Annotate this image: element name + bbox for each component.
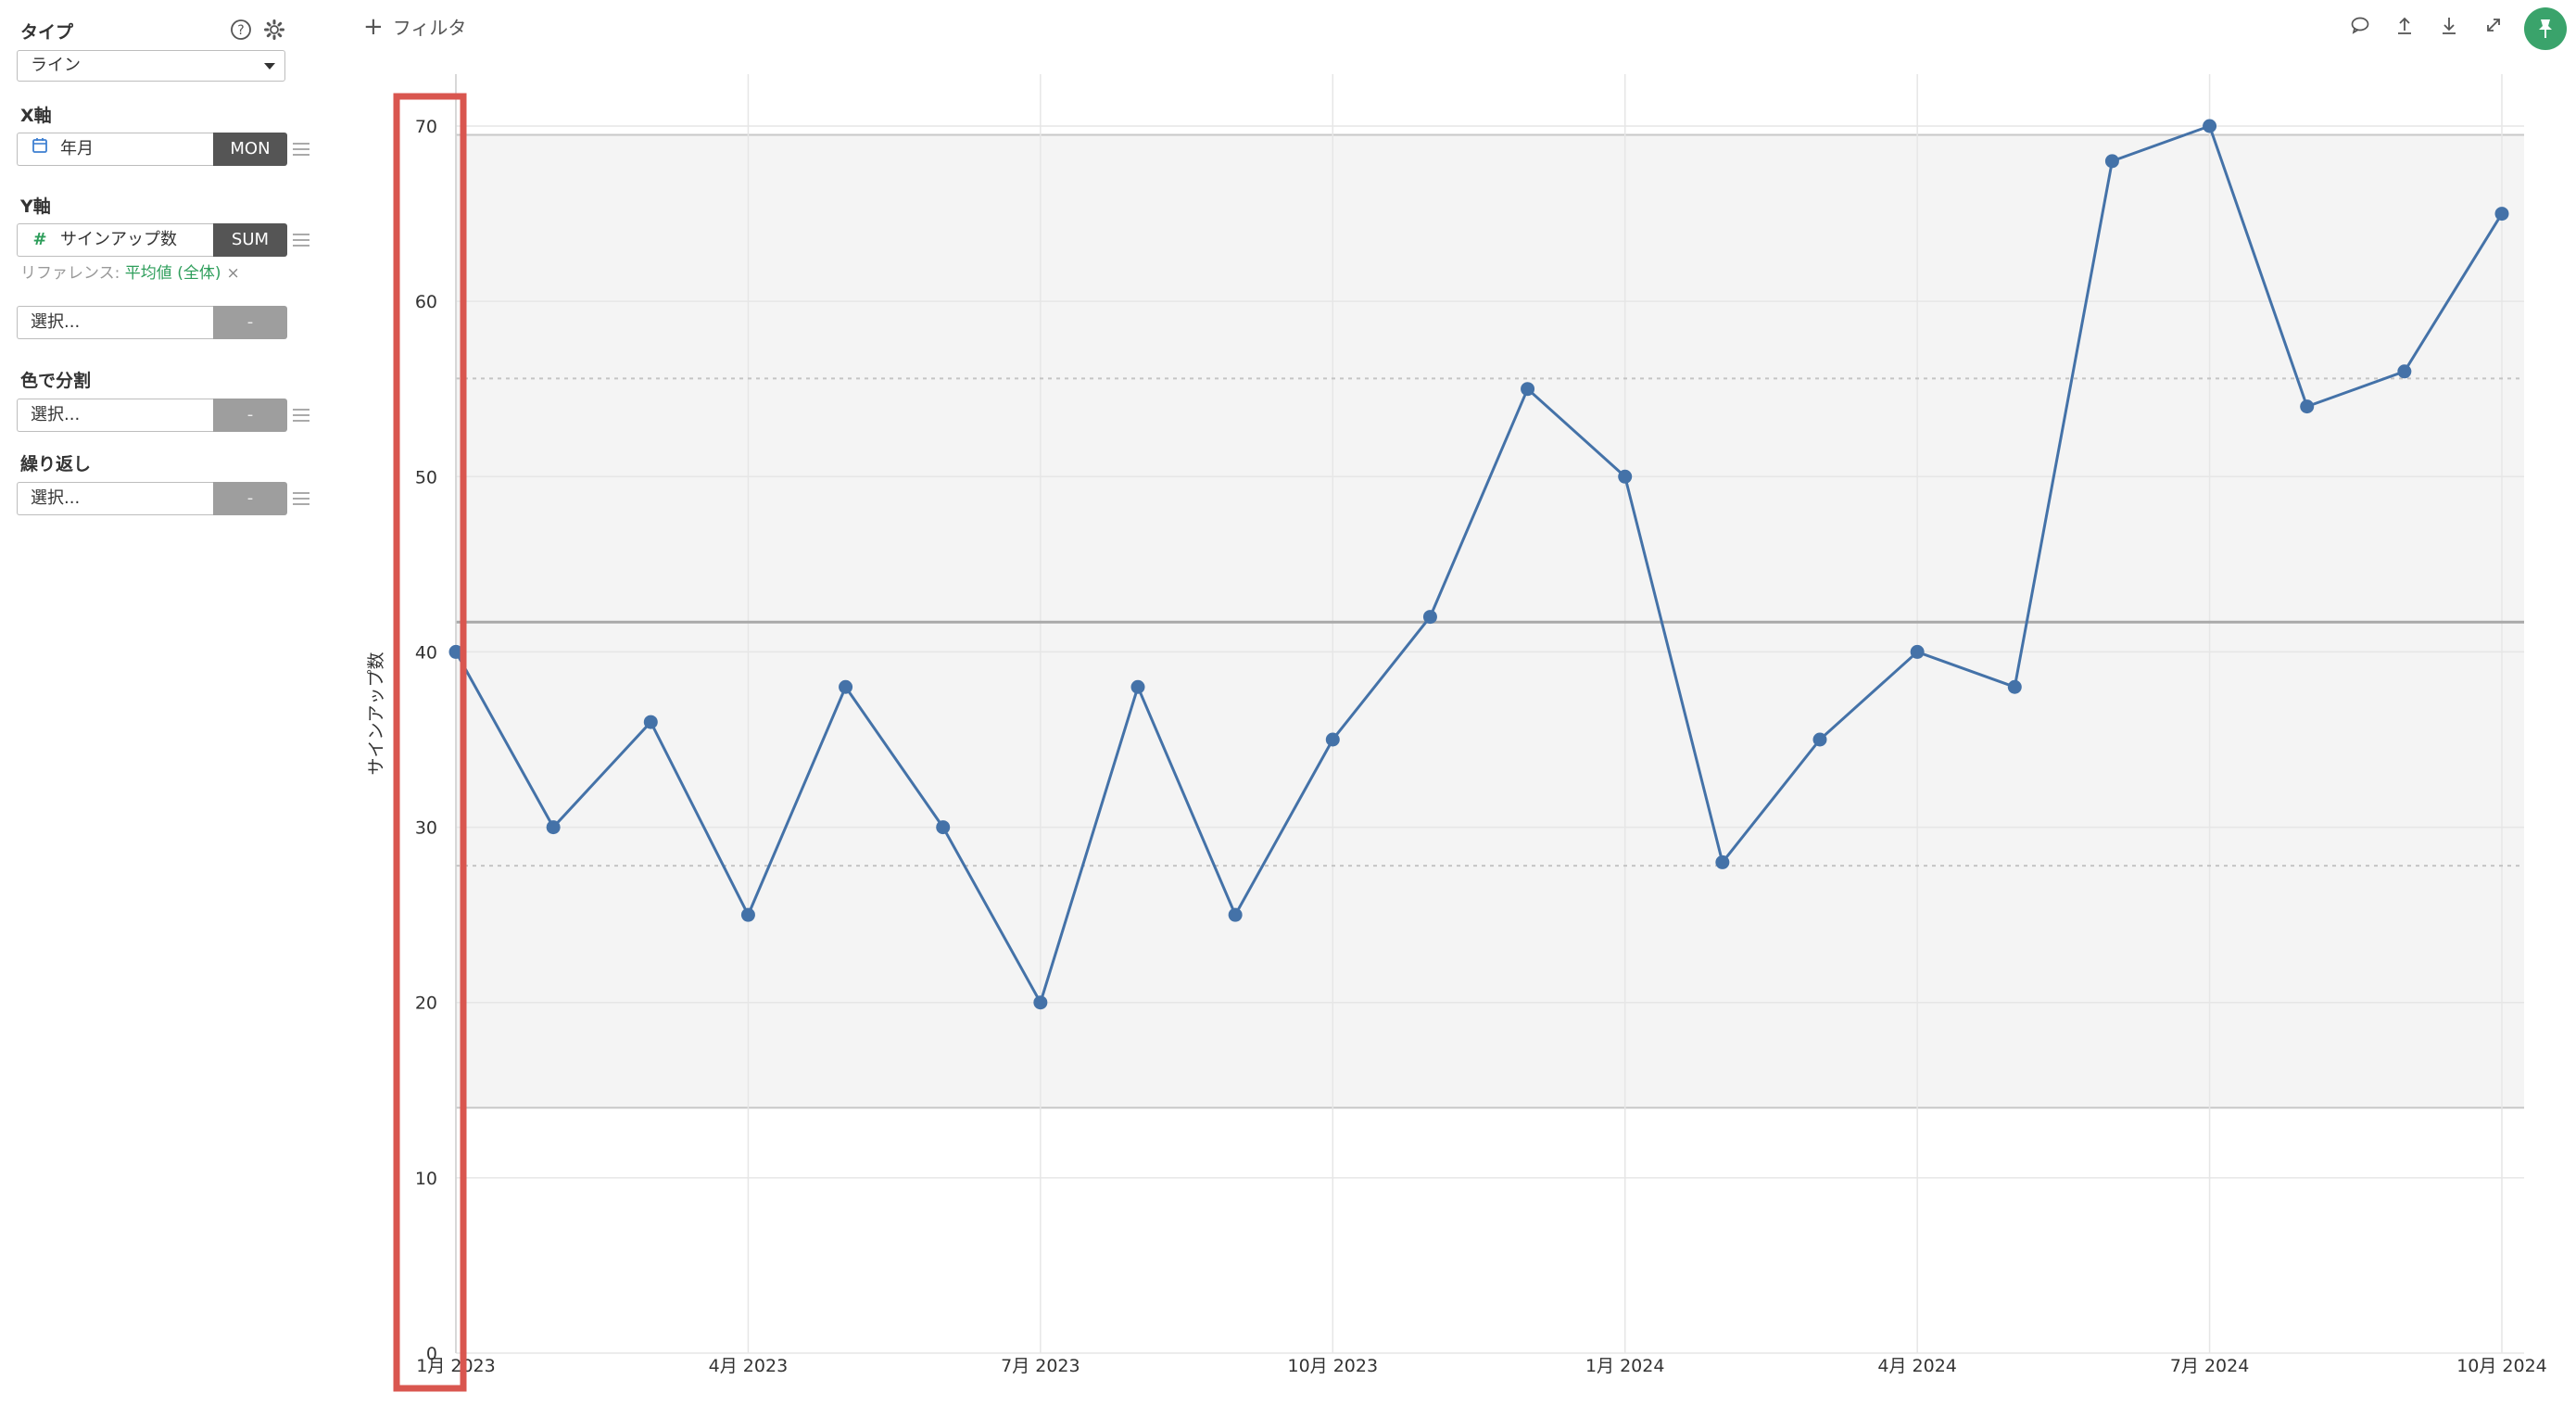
line-chart: 0102030405060701月 2023 4月 2023 7月 2023 10月 … xyxy=(366,74,2547,1392)
y-tick-label: 70 xyxy=(415,117,437,137)
data-point xyxy=(2104,154,2119,169)
y-tick-label: 40 xyxy=(415,642,437,663)
y-tick-label: 60 xyxy=(415,292,437,312)
data-point xyxy=(643,715,658,729)
x-tick-label: 7月 2023 xyxy=(1001,1356,1080,1376)
data-point xyxy=(2300,399,2315,414)
data-point xyxy=(1325,732,1340,747)
data-point xyxy=(2494,207,2509,222)
y-tick-label: 10 xyxy=(415,1169,437,1189)
x-tick-label: 10月 2024 xyxy=(2456,1356,2547,1376)
x-tick-label: 7月 2024 xyxy=(2170,1356,2249,1376)
data-point xyxy=(2397,364,2412,379)
data-point xyxy=(839,679,853,694)
x-tick-label: 1月 2023 xyxy=(416,1356,495,1376)
x-tick-label: 10月 2023 xyxy=(1287,1356,1378,1376)
y-tick-label: 30 xyxy=(415,818,437,839)
data-point xyxy=(1521,382,1535,397)
data-point xyxy=(2203,119,2217,133)
data-point xyxy=(1618,469,1633,484)
data-point xyxy=(936,820,951,835)
data-point xyxy=(740,907,755,922)
y-axis-title: サインアップ数 xyxy=(366,652,386,775)
x-tick-label: 1月 2024 xyxy=(1585,1356,1664,1376)
x-tick-label: 4月 2023 xyxy=(709,1356,788,1376)
x-tick-label: 4月 2024 xyxy=(1877,1356,1956,1376)
data-point xyxy=(2007,679,2022,694)
data-point xyxy=(1910,644,1925,659)
data-point xyxy=(1422,610,1437,625)
data-point xyxy=(546,820,561,835)
highlight-box xyxy=(393,93,467,1392)
y-tick-label: 20 xyxy=(415,994,437,1014)
data-point xyxy=(1033,995,1048,1010)
y-tick-label: 50 xyxy=(415,467,437,487)
data-point xyxy=(1130,679,1145,694)
data-point xyxy=(1715,854,1730,869)
data-point xyxy=(1812,732,1827,747)
data-point xyxy=(1228,907,1243,922)
